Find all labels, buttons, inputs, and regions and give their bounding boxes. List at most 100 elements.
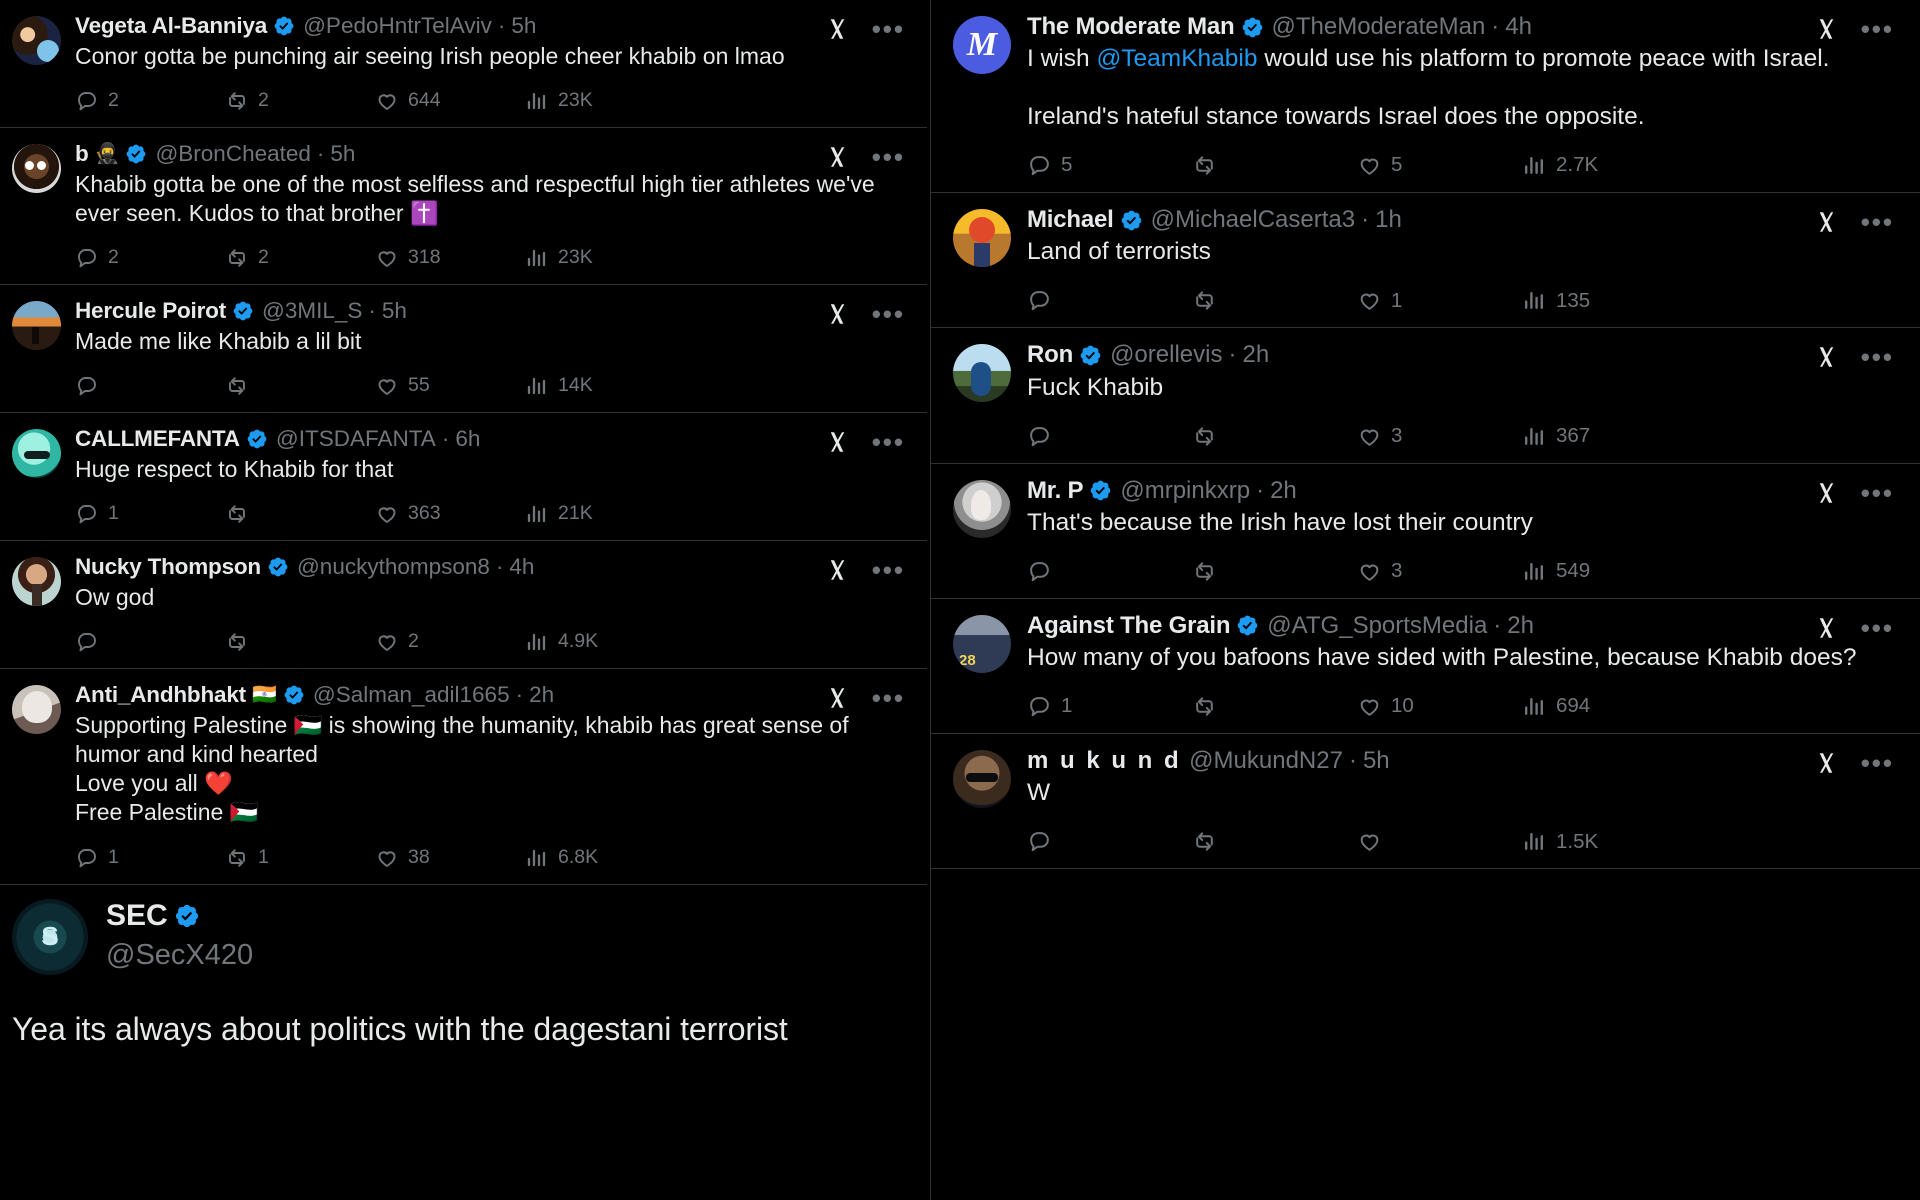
more-options-icon[interactable]: •••	[872, 144, 905, 170]
like-button[interactable]: 3	[1357, 559, 1522, 584]
author-name[interactable]: CALLMEFANTA	[75, 426, 240, 452]
avatar-wrap[interactable]	[12, 142, 61, 278]
avatar-wrap[interactable]	[12, 555, 61, 662]
author-handle[interactable]: @TheModerateMan	[1272, 13, 1486, 40]
reply-button[interactable]: 2	[75, 246, 225, 270]
avatar-wrap[interactable]	[12, 14, 61, 121]
tweet-item[interactable]: Hercule Poirot @3MIL_S · 5h Made me like Kha…	[0, 285, 927, 414]
reply-button[interactable]	[1027, 288, 1192, 313]
timestamp[interactable]: 6h	[455, 426, 480, 452]
retweet-button[interactable]	[1192, 288, 1357, 313]
author-name[interactable]: SEC	[106, 899, 253, 933]
avatar[interactable]	[953, 209, 1011, 268]
timestamp[interactable]: 4h	[509, 554, 534, 580]
more-options-icon[interactable]: •••	[1861, 615, 1894, 641]
like-button[interactable]: 3	[1357, 424, 1522, 449]
avatar-wrap[interactable]	[953, 613, 1011, 727]
author-name[interactable]: The Moderate Man	[1027, 13, 1235, 40]
avatar[interactable]	[953, 344, 1011, 403]
avatar-wrap[interactable]	[12, 683, 61, 878]
author-handle[interactable]: @ATG_SportsMedia	[1267, 612, 1487, 639]
reply-button[interactable]	[1027, 829, 1192, 854]
views-button[interactable]: 21K	[525, 502, 675, 526]
timestamp[interactable]: 4h	[1505, 13, 1532, 40]
tweet-item[interactable]: The Moderate Man @TheModerateMan·4h I wish…	[931, 0, 1920, 194]
avatar[interactable]	[12, 684, 61, 734]
timestamp[interactable]: 2h	[1507, 612, 1534, 639]
avatar[interactable]	[953, 614, 1011, 673]
retweet-button[interactable]: 2	[225, 89, 375, 113]
author-handle[interactable]: @3MIL_S	[262, 298, 362, 324]
tweet-item[interactable]: Ron @orellevis · 2h Fuck Khabib 3 367 •••	[931, 328, 1920, 464]
views-button[interactable]: 694	[1522, 694, 1687, 719]
reply-button[interactable]	[75, 630, 225, 654]
more-options-icon[interactable]: •••	[872, 16, 905, 42]
avatar-wrap[interactable]	[953, 478, 1011, 592]
more-options-icon[interactable]: •••	[1861, 209, 1894, 235]
more-options-icon[interactable]: •••	[1861, 344, 1894, 370]
grok-icon-button[interactable]	[1813, 209, 1839, 235]
tweet-item[interactable]: CALLMEFANTA @ITSDAFANTA · 6h Huge respect to…	[0, 413, 927, 542]
avatar-wrap[interactable]	[12, 299, 61, 406]
views-button[interactable]: 23K	[525, 89, 675, 113]
author-handle[interactable]: @nuckythompson8	[297, 554, 490, 580]
author-name[interactable]: Anti_Andhbhakt	[75, 682, 246, 708]
more-options-icon[interactable]: •••	[872, 429, 905, 455]
author-name[interactable]: Against The Grain	[1027, 612, 1230, 639]
author-handle[interactable]: @ITSDAFANTA	[276, 426, 436, 452]
more-options-icon[interactable]: •••	[872, 685, 905, 711]
retweet-button[interactable]	[1192, 829, 1357, 854]
retweet-button[interactable]	[1192, 694, 1357, 719]
tweet-item[interactable]: b 🥷 @BronCheated · 5h Khabib gotta be one of …	[0, 128, 927, 286]
author-handle[interactable]: @mrpinkxrp	[1120, 477, 1250, 504]
avatar[interactable]	[12, 429, 61, 479]
retweet-button[interactable]	[225, 374, 375, 398]
reply-button[interactable]: 2	[75, 89, 225, 113]
retweet-button[interactable]: 1	[225, 846, 375, 870]
avatar-wrap[interactable]	[953, 207, 1011, 321]
grok-icon-button[interactable]	[824, 429, 850, 455]
like-button[interactable]: 55	[375, 374, 525, 398]
timestamp[interactable]: 2h	[1270, 477, 1297, 504]
views-button[interactable]: 6.8K	[525, 846, 675, 870]
timestamp[interactable]: 5h	[1363, 747, 1390, 774]
tweet-item[interactable]: Mr. P @mrpinkxrp · 2h That's because the Iri…	[931, 464, 1920, 599]
avatar[interactable]	[12, 16, 61, 65]
more-options-icon[interactable]: •••	[1861, 750, 1894, 776]
grok-icon-button[interactable]	[824, 301, 850, 327]
timestamp[interactable]: 1h	[1375, 206, 1402, 233]
like-button[interactable]: 644	[375, 89, 525, 113]
author-handle[interactable]: @BronCheated	[155, 141, 310, 167]
avatar[interactable]	[12, 143, 61, 193]
views-button[interactable]: 23K	[525, 246, 675, 270]
reply-button[interactable]	[75, 374, 225, 398]
author-name[interactable]: Ron	[1027, 341, 1073, 368]
author-handle[interactable]: @orellevis	[1110, 341, 1222, 368]
timestamp[interactable]: 5h	[382, 298, 407, 324]
author-handle[interactable]: @MichaelCaserta3	[1151, 206, 1355, 233]
author-name[interactable]: m u k u n d	[1027, 747, 1181, 774]
like-button[interactable]: 10	[1357, 694, 1522, 719]
retweet-button[interactable]: 2	[225, 246, 375, 270]
avatar[interactable]	[953, 750, 1011, 809]
views-button[interactable]: 4.9K	[525, 630, 675, 654]
author-name[interactable]: Michael	[1027, 206, 1114, 233]
avatar-wrap[interactable]	[953, 748, 1011, 862]
views-button[interactable]: 2.7K	[1522, 153, 1687, 178]
like-button[interactable]	[1357, 829, 1522, 854]
tweet-item[interactable]: m u k u n d @MukundN27 · 5h W 1.5K •••	[931, 734, 1920, 870]
timestamp[interactable]: 5h	[511, 13, 536, 39]
like-button[interactable]: 1	[1357, 288, 1522, 313]
like-button[interactable]: 5	[1357, 153, 1522, 178]
timestamp[interactable]: 5h	[330, 141, 355, 167]
author-name[interactable]: b	[75, 141, 89, 167]
like-button[interactable]: 318	[375, 246, 525, 270]
more-options-icon[interactable]: •••	[872, 301, 905, 327]
tweet-item[interactable]: Nucky Thompson @nuckythompson8 · 4h Ow god 2 4…	[0, 541, 927, 669]
author-name[interactable]: Mr. P	[1027, 477, 1084, 504]
author-handle[interactable]: @SecX420	[106, 939, 253, 972]
more-options-icon[interactable]: •••	[1861, 480, 1894, 506]
grok-icon-button[interactable]	[1813, 344, 1839, 370]
like-button[interactable]: 38	[375, 846, 525, 870]
reply-button[interactable]	[1027, 559, 1192, 584]
